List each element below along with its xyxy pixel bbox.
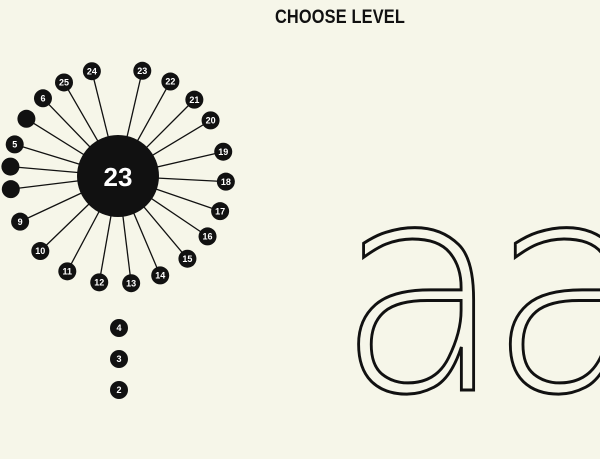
pin-number: 25 <box>59 78 69 88</box>
queued-pin-number: 3 <box>116 354 121 364</box>
pin-number: 17 <box>215 206 225 216</box>
pin-number: 19 <box>218 147 228 157</box>
pin-number: 23 <box>137 66 147 76</box>
pin-number: 11 <box>63 267 73 277</box>
pin-number: 14 <box>155 271 165 281</box>
pin-number: 21 <box>189 95 199 105</box>
pin-queue: 4 3 2 <box>110 319 128 399</box>
pin-number: 5 <box>12 140 17 150</box>
pin-number: 10 <box>35 246 45 256</box>
pin-number: 22 <box>165 77 175 87</box>
pin-number: 18 <box>221 177 231 187</box>
pin-number: 9 <box>18 217 23 227</box>
pin-number: 16 <box>203 232 213 242</box>
pin-ball[interactable] <box>1 157 20 176</box>
pin-number: 13 <box>126 278 136 288</box>
pin-number: 24 <box>87 66 97 76</box>
pin-number: 20 <box>206 116 216 126</box>
pin-number: 15 <box>182 254 192 264</box>
queued-pin-number: 4 <box>116 323 121 333</box>
current-level-label: 23 <box>104 162 133 192</box>
pin-number: 12 <box>94 278 104 288</box>
level-wheel[interactable]: 562524 23222120191817161514131211109 23 4… <box>0 0 600 400</box>
pin-number: 6 <box>40 94 45 104</box>
pin-ball[interactable] <box>17 109 36 128</box>
pin-ball[interactable] <box>1 180 20 199</box>
queued-pin-number: 2 <box>116 385 121 395</box>
